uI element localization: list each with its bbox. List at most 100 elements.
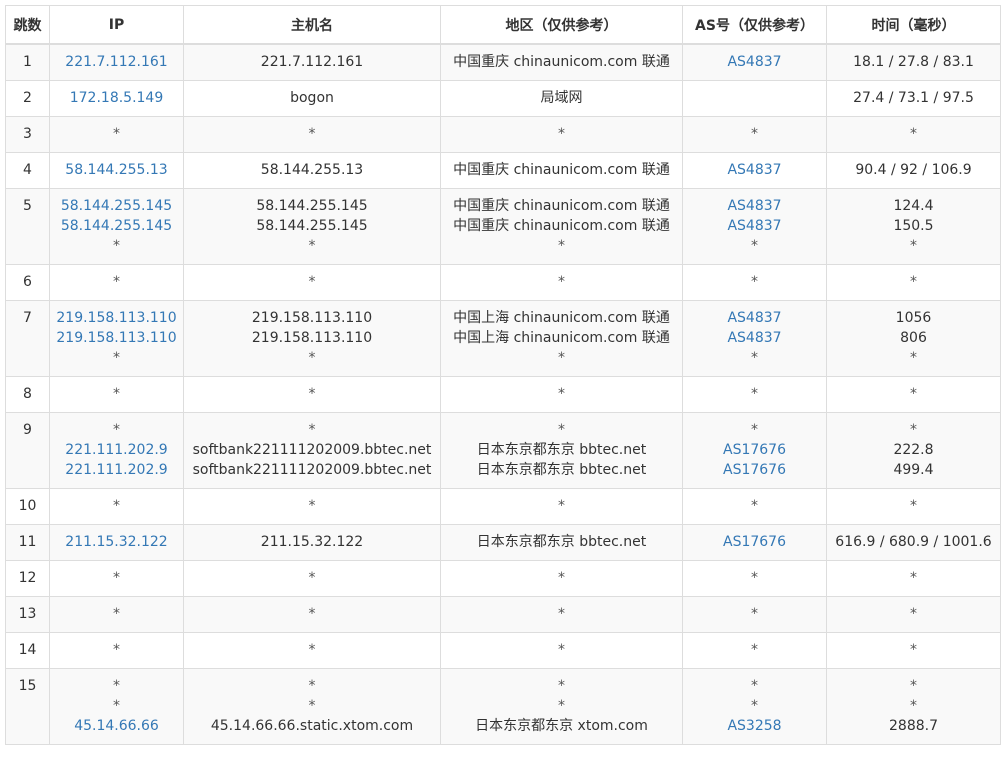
time-value: * [910,498,917,514]
host-value: * [308,606,316,622]
ip-value-link[interactable]: 219.158.113.110 [50,308,183,328]
time-cell: 90.4 / 92 / 106.9 [826,152,1001,189]
ip-value-link[interactable]: 58.144.255.145 [50,196,183,216]
hostname-cell: 58.144.255.13 [183,152,441,189]
ip-value-link[interactable]: 219.158.113.110 [50,328,183,348]
ip-value-link[interactable]: 45.14.66.66 [50,716,183,736]
ip-value-link[interactable]: 221.111.202.9 [50,440,183,460]
ip-value: * [113,698,120,714]
hop-cell: 8 [5,376,50,413]
ip-value-link[interactable]: 172.18.5.149 [50,88,183,108]
as-cell: * AS17676 AS17676 [682,412,827,489]
time-cell: * [826,596,1001,633]
table-row: 3 * * * * * [5,116,1001,153]
ip-value-link[interactable]: 58.144.255.13 [50,160,183,180]
time-cell: * [826,560,1001,597]
region-cell: 中国上海 chinaunicom.com 联通 中国上海 chinaunicom.… [440,300,683,377]
ip-cell: * [49,376,184,413]
column-header-region: 地区（仅供参考） [440,5,683,45]
hostname-cell: * [183,264,441,301]
as-value-link[interactable]: AS4837 [683,52,826,72]
hop-cell: 5 [5,188,50,265]
hostname-cell: * * 45.14.66.66.static.xtom.com [183,668,441,745]
ip-value: * [113,386,120,402]
as-value-link[interactable]: AS4837 [683,328,826,348]
table-row: 14 * * * * * [5,632,1001,669]
as-value-link[interactable]: AS17676 [683,532,826,552]
column-header-hostname: 主机名 [183,5,441,45]
hop-cell: 7 [5,300,50,377]
ip-cell: 211.15.32.122 [49,524,184,561]
as-cell: * [682,488,827,525]
hop-cell: 15 [5,668,50,745]
as-value-link[interactable]: AS3258 [683,716,826,736]
hostname-cell: 58.144.255.145 58.144.255.145 * [183,188,441,265]
as-value: * [751,386,758,402]
column-header-time: 时间（毫秒） [826,5,1001,45]
region-value: 中国重庆 chinaunicom.com 联通 [453,198,670,214]
time-value: * [910,606,917,622]
ip-value-link[interactable]: 211.15.32.122 [50,532,183,552]
host-value: * [308,350,316,366]
as-value-link[interactable]: AS4837 [683,196,826,216]
time-value: * [910,678,917,694]
host-value: softbank221111202009.bbtec.net [192,462,432,478]
ip-value: * [113,126,120,142]
table-row: 10 * * * * * [5,488,1001,525]
as-value: * [751,570,758,586]
ip-value-link[interactable]: 221.7.112.161 [50,52,183,72]
hostname-cell: * [183,376,441,413]
time-cell: 124.4 150.5 * [826,188,1001,265]
table-row: 12 * * * * * [5,560,1001,597]
time-value: 18.1 / 27.8 / 83.1 [853,54,974,70]
time-cell: 18.1 / 27.8 / 83.1 [826,43,1001,81]
hostname-cell: * [183,596,441,633]
host-value: * [308,698,316,714]
region-cell: * [440,488,683,525]
as-value-link[interactable]: AS4837 [683,216,826,236]
as-value: * [751,422,758,438]
as-cell: AS4837 [682,152,827,189]
region-value: * [558,498,565,514]
region-cell: * 日本东京都东京 bbtec.net 日本东京都东京 bbtec.net [440,412,683,489]
ip-cell: * * 45.14.66.66 [49,668,184,745]
time-cell: * [826,632,1001,669]
as-value-link[interactable]: AS17676 [683,460,826,480]
ip-value: * [113,274,120,290]
as-cell: * [682,596,827,633]
ip-value: * [113,570,120,586]
as-value: * [751,238,758,254]
region-value: * [558,350,565,366]
host-value: * [308,238,316,254]
host-value: * [308,678,316,694]
region-cell: 日本东京都东京 bbtec.net [440,524,683,561]
region-value: 中国上海 chinaunicom.com 联通 [453,310,670,326]
hop-cell: 2 [5,80,50,117]
as-value-link[interactable]: AS4837 [683,160,826,180]
region-value: * [558,126,565,142]
table-body: 1 221.7.112.161 221.7.112.161 中国重庆 chinauni… [5,43,1001,745]
host-value: 58.144.255.145 [256,218,368,234]
time-value: 90.4 / 92 / 106.9 [855,162,972,178]
hostname-cell: * [183,560,441,597]
ip-cell: * [49,488,184,525]
time-value: * [910,642,917,658]
region-cell: * [440,596,683,633]
as-value-link[interactable]: AS17676 [683,440,826,460]
hostname-cell: * [183,488,441,525]
hostname-cell: * [183,632,441,669]
as-value: * [751,126,758,142]
region-value: 局域网 [540,90,583,106]
as-value: * [751,698,758,714]
ip-cell: * [49,264,184,301]
as-value-link[interactable]: AS4837 [683,308,826,328]
ip-value-link[interactable]: 58.144.255.145 [50,216,183,236]
as-cell: AS4837 [682,43,827,81]
time-value: * [910,386,917,402]
table-row: 13 * * * * * [5,596,1001,633]
ip-value-link[interactable]: 221.111.202.9 [50,460,183,480]
hostname-cell: bogon [183,80,441,117]
as-cell: * [682,264,827,301]
ip-value: * [113,642,120,658]
region-value: * [558,678,565,694]
